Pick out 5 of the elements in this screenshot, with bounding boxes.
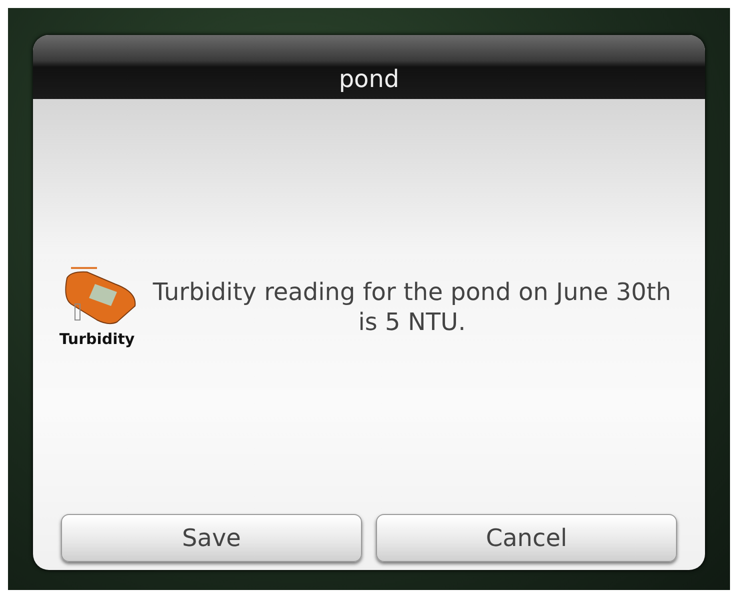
window-title: pond — [338, 65, 400, 93]
sensor-label: Turbidity — [59, 330, 135, 348]
message-text: Turbidity reading for the pond on June 30th is 5 NTU. — [152, 276, 672, 336]
dialog-button[interactable]: Cancel — [376, 514, 677, 562]
dialog-button[interactable]: Save — [61, 514, 362, 562]
